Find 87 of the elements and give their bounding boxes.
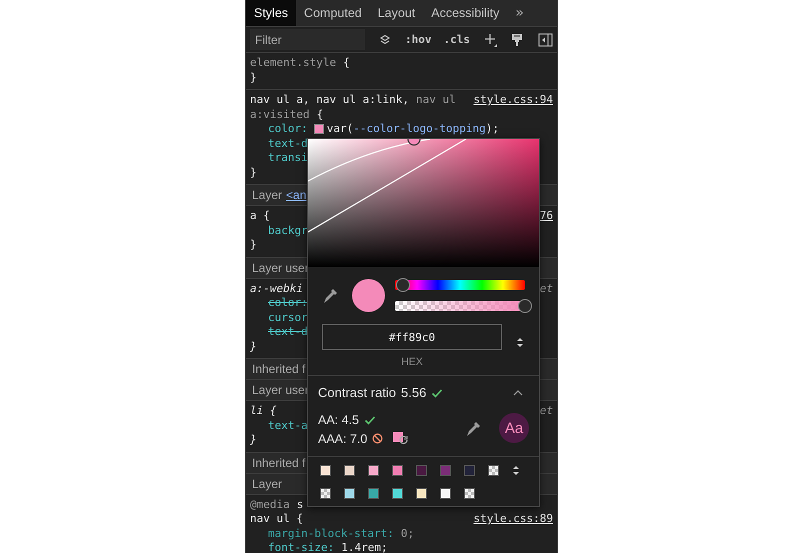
format-label: HEX [400, 356, 424, 368]
selector-text: element.style [250, 56, 336, 70]
closing-brace: } [250, 238, 257, 252]
class-button[interactable]: .cls [440, 33, 474, 46]
source-link[interactable]: style.css:94 [474, 93, 553, 108]
palette-swatch[interactable] [344, 488, 355, 499]
palette-swatch[interactable] [392, 488, 403, 499]
color-handle[interactable] [407, 139, 421, 146]
palette-swatch[interactable] [440, 488, 451, 499]
selector-text: { [316, 108, 324, 122]
hue-thumb[interactable] [396, 278, 410, 292]
tab[interactable]: Layout [370, 0, 424, 26]
hex-field[interactable]: #ff89c0 [322, 324, 502, 350]
palette-swatch[interactable] [368, 488, 379, 499]
property-value: 1.4rem; [341, 541, 388, 553]
source-label: et [540, 404, 553, 418]
property-value: 0; [400, 526, 414, 541]
header-label: Inherited f [252, 456, 306, 470]
header-label: Inherited f [252, 362, 306, 376]
plus-icon [484, 32, 498, 46]
sidebar-icon [538, 32, 553, 46]
header-label: Layer [252, 476, 282, 490]
palette-swatch[interactable] [464, 465, 475, 476]
selector-text: li { [250, 404, 276, 418]
header-label: Layer user [252, 260, 309, 274]
property-name: backgr [268, 224, 308, 238]
suggest-color-icon[interactable] [393, 432, 410, 445]
collapse-icon[interactable] [513, 388, 523, 396]
property-name: text-a [268, 418, 308, 433]
property-name: cursor [268, 310, 308, 325]
property-name: color: [268, 122, 308, 136]
property-name: margin-block-start: [268, 526, 394, 541]
header-label: Layer [252, 188, 282, 202]
transparent-swatch[interactable] [320, 488, 331, 499]
saturation-area[interactable] [308, 139, 539, 267]
filter-field[interactable]: Filter [250, 29, 365, 50]
palette-swatch[interactable] [440, 465, 451, 476]
transparent-swatch[interactable] [488, 465, 499, 476]
property-name: text-d [268, 325, 308, 340]
alpha-thumb[interactable] [518, 299, 532, 313]
closing-brace: } [250, 433, 257, 448]
property-name: text-d [268, 136, 308, 151]
selector-text: nav ul a, nav ul a:link, [250, 93, 409, 108]
selector-text: @media [250, 498, 290, 512]
contrast-level: AAA: 7.0 [318, 432, 368, 446]
tab[interactable]: Accessibility [423, 0, 508, 26]
brush-icon [510, 32, 524, 46]
more-tabs-button[interactable]: » [507, 0, 532, 26]
contrast-value: 5.56 [401, 385, 426, 400]
property-name: font-size: [268, 541, 334, 553]
source-link[interactable]: style.css:89 [474, 512, 553, 526]
selector-text: a:-webki [250, 282, 303, 296]
eyedropper-icon[interactable] [465, 421, 481, 437]
palette-swatch[interactable] [416, 488, 427, 499]
tab[interactable]: Styles [246, 0, 296, 26]
selector-text: a:visited [250, 108, 310, 122]
palette-toggle-icon[interactable] [512, 465, 520, 476]
transparent-swatch[interactable] [464, 488, 475, 499]
property-name: color: [268, 296, 308, 310]
contrast-label: Contrast ratio [318, 385, 396, 400]
tab[interactable]: Computed [296, 0, 370, 26]
palette-swatch[interactable] [320, 465, 331, 476]
palette-swatch[interactable] [368, 465, 379, 476]
palette-swatch[interactable] [416, 465, 427, 476]
selector-text: { [343, 56, 350, 70]
selector-text: nav ul [416, 93, 456, 108]
property-value: var(--color-logo-topping); [326, 122, 499, 136]
header-label: Layer user [252, 383, 309, 397]
selector-text: s [296, 498, 304, 512]
palette-swatch[interactable] [392, 465, 403, 476]
selector-text: a { [250, 209, 270, 224]
palette-swatch[interactable] [344, 465, 355, 476]
hover-state-button[interactable]: :hov [401, 33, 436, 46]
source-link[interactable]: 76 [540, 209, 553, 224]
closing-brace: } [250, 70, 257, 85]
layer-link[interactable]: <an [286, 188, 306, 202]
color-swatch[interactable] [314, 124, 324, 134]
closing-brace: } [250, 166, 257, 180]
format-toggle-icon[interactable] [516, 337, 524, 348]
source-label: et [540, 282, 553, 296]
eyedropper-icon[interactable] [322, 288, 338, 304]
layers-icon [379, 34, 391, 46]
closing-brace: } [250, 340, 257, 354]
selector-text: nav ul { [250, 512, 303, 526]
contrast-level: AA: 4.5 [318, 412, 359, 426]
property-name: transi [268, 151, 308, 166]
contrast-preview[interactable]: Aa [499, 413, 529, 443]
